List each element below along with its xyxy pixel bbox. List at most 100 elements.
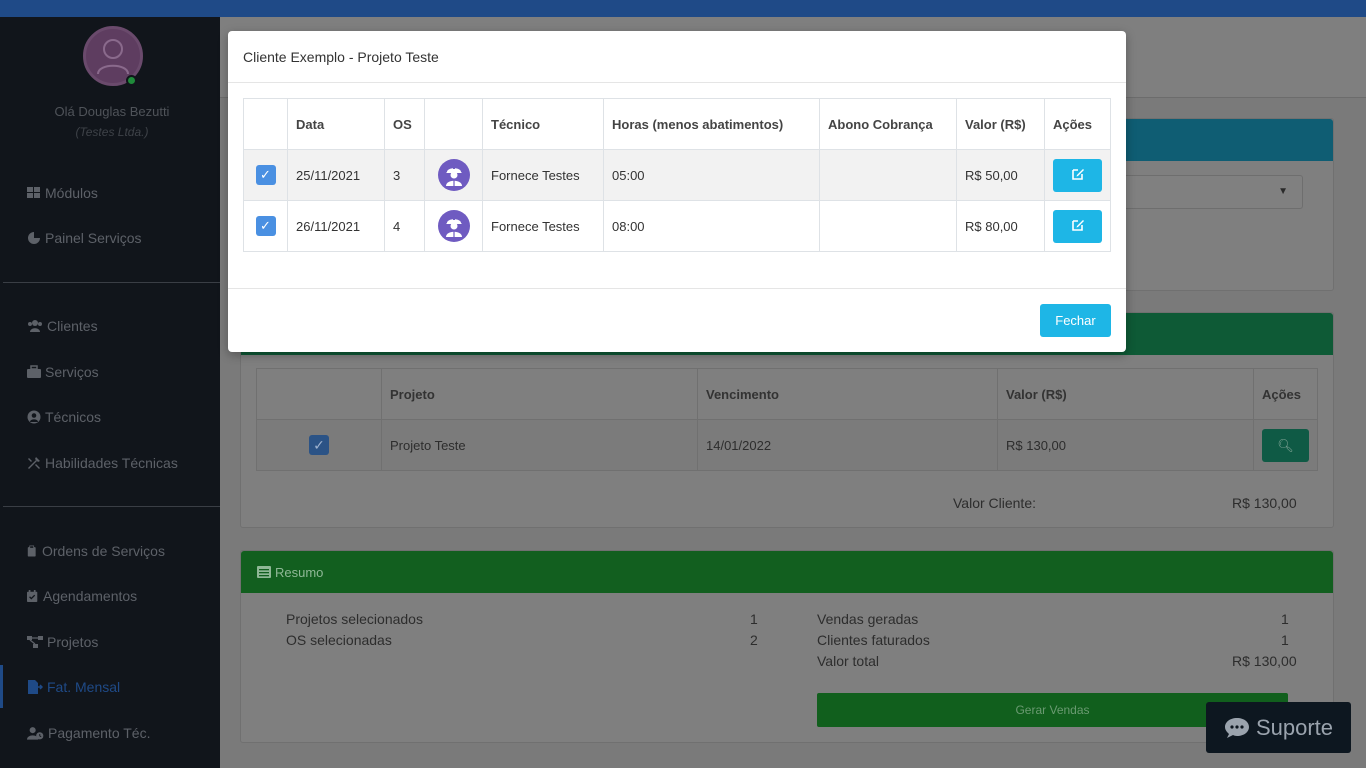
user-circle-icon	[27, 410, 41, 424]
online-status-dot	[126, 75, 137, 86]
row-checkbox[interactable]: ✓	[255, 165, 276, 185]
abono-cell	[819, 200, 957, 252]
support-button[interactable]: Suporte	[1206, 702, 1351, 753]
technician-avatar-icon	[437, 159, 470, 191]
valor-total-value: R$ 130,00	[1232, 653, 1297, 669]
top-navbar	[0, 0, 1366, 17]
row-select-cell: ✓	[256, 419, 382, 471]
row-checkbox[interactable]: ✓	[255, 216, 276, 236]
col-header-tecnico: Técnico	[482, 98, 604, 150]
projeto-cell: Projeto Teste	[381, 419, 698, 471]
sidebar-item-painel-servicos[interactable]: Painel Serviços	[27, 228, 142, 248]
data-cell: 26/11/2021	[287, 200, 385, 252]
acoes-cell	[1044, 200, 1111, 252]
sidebar-item-label: Pagamento Téc.	[48, 725, 151, 741]
os-cell: 4	[384, 200, 425, 252]
chat-bubble-icon	[1224, 717, 1249, 738]
sidebar-item-label: Técnicos	[45, 409, 102, 425]
os-selecionadas-value: 2	[750, 632, 758, 648]
projetos-selecionados-value: 1	[750, 611, 758, 627]
sidebar-item-label: Módulos	[45, 185, 98, 201]
projetos-selecionados-label: Projetos selecionados	[286, 611, 423, 627]
sidebar-item-label: Serviços	[45, 364, 99, 380]
sidebar-item-clientes[interactable]: Clientes	[27, 316, 98, 336]
table-row: ✓ Projeto Teste 14/01/2022 R$ 130,00 🔍︎	[256, 419, 1318, 471]
tecnico-cell: Fornece Testes	[482, 200, 604, 252]
sidebar-item-label: Ordens de Serviços	[42, 543, 165, 559]
col-header-select	[256, 368, 382, 420]
modal-footer-divider	[228, 288, 1126, 289]
os-table: Data OS Técnico Horas (menos abatimentos…	[243, 98, 1111, 252]
avatar-cell	[424, 200, 483, 252]
row-select-cell: ✓	[243, 149, 288, 201]
col-header-os: OS	[384, 98, 425, 150]
horas-cell: 08:00	[603, 200, 820, 252]
active-indicator	[0, 665, 3, 708]
clientes-faturados-label: Clientes faturados	[817, 632, 930, 648]
sidebar-item-agendamentos[interactable]: Agendamentos	[27, 586, 137, 606]
file-export-icon	[28, 680, 43, 694]
sidebar-item-label: Fat. Mensal	[47, 679, 121, 695]
edit-icon	[1071, 168, 1084, 180]
list-alt-icon	[257, 566, 271, 578]
sidebar-item-pagamento-tec[interactable]: Pagamento Téc.	[27, 723, 150, 743]
valor-cliente-value: R$ 130,00	[1232, 495, 1297, 511]
modal-dialog: Cliente Exemplo - Projeto Teste Data OS …	[228, 31, 1126, 352]
technician-avatar-icon	[437, 210, 470, 242]
search-icon: 🔍︎	[1277, 437, 1294, 453]
user-clock-icon	[27, 727, 44, 740]
user-company: (Testes Ltda.)	[75, 125, 149, 139]
col-header-vencimento: Vencimento	[697, 368, 998, 420]
modal-title: Cliente Exemplo - Projeto Teste	[243, 49, 439, 65]
col-header-select	[243, 98, 288, 150]
tools-icon	[28, 457, 40, 469]
sidebar-item-ordens-servicos[interactable]: Ordens de Serviços	[27, 541, 165, 561]
col-header-data: Data	[287, 98, 385, 150]
edit-button[interactable]	[1053, 209, 1102, 243]
clipboard-icon	[27, 545, 36, 557]
calendar-check-icon	[27, 590, 38, 602]
vencimento-cell: 14/01/2022	[697, 419, 998, 471]
briefcase-icon	[27, 365, 41, 378]
edit-button[interactable]	[1053, 158, 1102, 192]
col-header-valor: Valor (R$)	[997, 368, 1254, 420]
project-diagram-icon	[27, 636, 43, 648]
col-header-projeto: Projeto	[381, 368, 698, 420]
valor-cliente-label: Valor Cliente:	[953, 495, 1037, 511]
sidebar-item-label: Painel Serviços	[45, 230, 142, 246]
col-header-valor: Valor (R$)	[956, 98, 1045, 150]
row-checkbox[interactable]: ✓	[309, 435, 329, 455]
sidebar-item-servicos[interactable]: Serviços	[27, 362, 99, 382]
vendas-geradas-label: Vendas geradas	[817, 611, 919, 627]
avatar-cell	[424, 149, 483, 201]
valor-total-label: Valor total	[817, 653, 879, 669]
acoes-cell: 🔍︎	[1253, 419, 1318, 471]
grid-icon	[27, 187, 40, 198]
pie-chart-icon	[28, 232, 40, 244]
abono-cell	[819, 149, 957, 201]
sidebar-item-label: Projetos	[47, 634, 99, 650]
resumo-card-header: Resumo	[241, 551, 1333, 593]
resumo-title: Resumo	[275, 564, 324, 580]
user-greeting: Olá Douglas Bezutti	[54, 104, 170, 119]
table-row: ✓ 26/11/2021 4 Fornece Testes 08:00 R$ 8…	[243, 200, 1111, 252]
edit-icon	[1071, 219, 1084, 231]
view-details-button[interactable]: 🔍︎	[1262, 428, 1309, 462]
vendas-geradas-value: 1	[1281, 611, 1289, 627]
col-header-abono: Abono Cobrança	[819, 98, 957, 150]
valor-cell: R$ 80,00	[956, 200, 1045, 252]
os-cell: 3	[384, 149, 425, 201]
horas-cell: 05:00	[603, 149, 820, 201]
sidebar-item-tecnicos[interactable]: Técnicos	[27, 407, 101, 427]
close-button[interactable]: Fechar	[1040, 304, 1111, 337]
col-header-horas: Horas (menos abatimentos)	[603, 98, 820, 150]
sidebar-item-projetos[interactable]: Projetos	[27, 632, 98, 652]
modal-header-divider	[228, 82, 1126, 83]
sidebar-item-habilidades-tecnicas[interactable]: Habilidades Técnicas	[27, 453, 178, 473]
sidebar-item-label: Clientes	[47, 318, 98, 334]
data-cell: 25/11/2021	[287, 149, 385, 201]
acoes-cell	[1044, 149, 1111, 201]
sidebar-item-modulos[interactable]: Módulos	[27, 183, 98, 203]
col-header-avatar	[424, 98, 483, 150]
sidebar-item-fat-mensal[interactable]: Fat. Mensal	[27, 677, 120, 697]
